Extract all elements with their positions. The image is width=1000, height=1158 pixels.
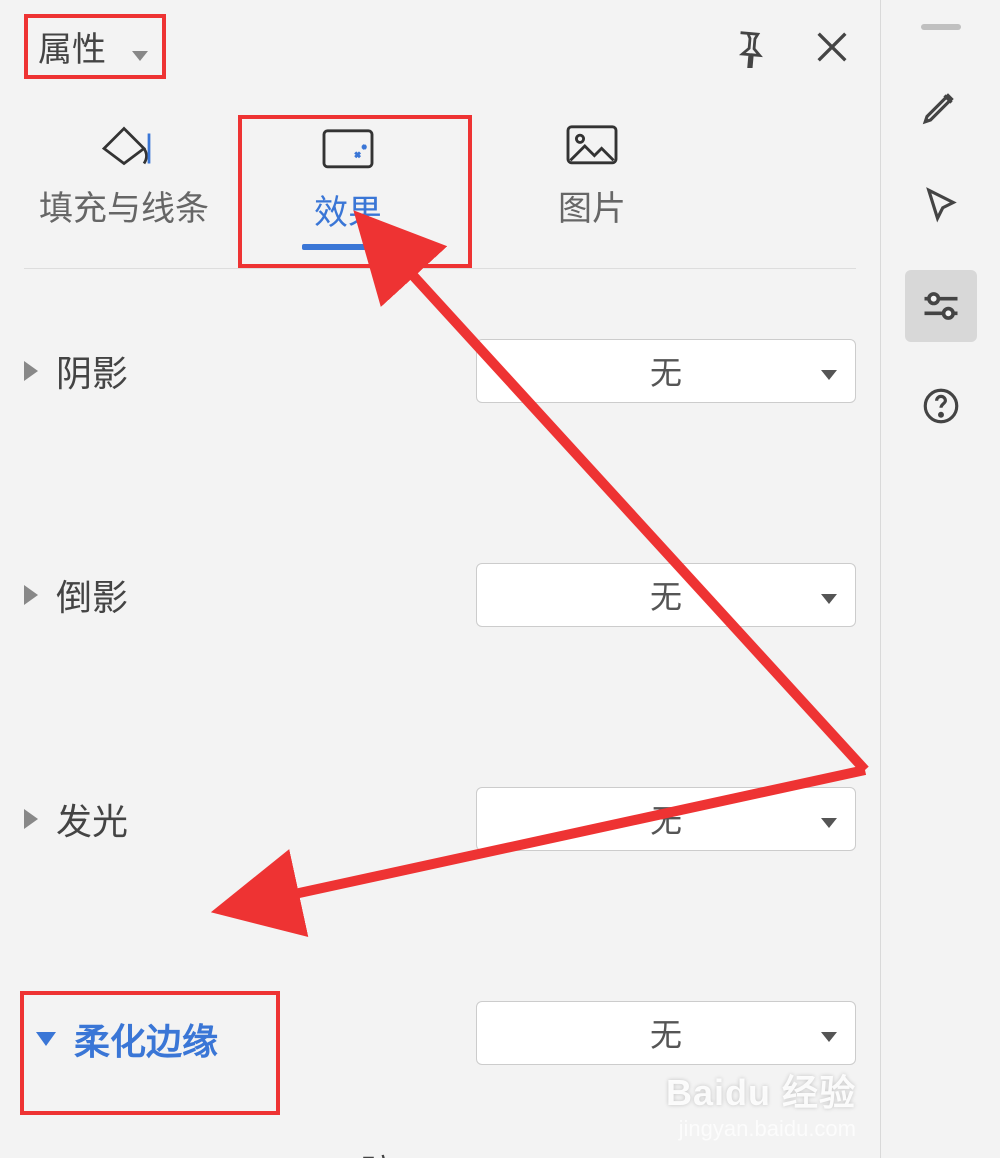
section-label: 柔化边缘 xyxy=(74,1013,218,1065)
chevron-right-icon xyxy=(24,361,38,381)
section-soft-edge: 柔化边缘 无 xyxy=(24,991,856,1115)
property-tabs: 填充与线条 效果 xyxy=(24,89,856,269)
right-toolbar xyxy=(880,0,1000,1158)
properties-panel: 属性 填充与线条 xyxy=(0,0,880,1158)
slider-value-label: 0磅 xyxy=(344,1146,394,1158)
highlight-effects-tab: 效果 xyxy=(238,115,472,268)
pencil-tool[interactable] xyxy=(905,70,977,142)
chevron-right-icon xyxy=(24,809,38,829)
tab-label: 图片 xyxy=(558,181,626,230)
section-label: 发光 xyxy=(56,793,128,845)
help-button[interactable] xyxy=(905,370,977,442)
panel-title-label: 属性 xyxy=(38,22,106,71)
section-label: 阴影 xyxy=(56,345,128,397)
dropdown-value: 无 xyxy=(650,1010,682,1056)
dropdown-value: 无 xyxy=(650,348,682,394)
picture-icon xyxy=(563,115,621,177)
chevron-down-icon xyxy=(36,1032,56,1046)
panel-title-dropdown[interactable]: 属性 xyxy=(24,14,166,79)
paint-bucket-icon xyxy=(94,115,154,177)
effects-icon xyxy=(319,119,377,181)
section-header-reflection[interactable]: 倒影 xyxy=(24,569,284,621)
reflection-preset-dropdown[interactable]: 无 xyxy=(476,563,856,627)
section-label: 倒影 xyxy=(56,569,128,621)
section-glow: 发光 无 xyxy=(24,787,856,851)
section-reflection: 倒影 无 xyxy=(24,563,856,627)
section-shadow: 阴影 无 xyxy=(24,339,856,403)
glow-preset-dropdown[interactable]: 无 xyxy=(476,787,856,851)
dropdown-value: 无 xyxy=(650,572,682,618)
adjust-tool[interactable] xyxy=(905,270,977,342)
chevron-right-icon xyxy=(24,585,38,605)
pin-icon[interactable] xyxy=(724,23,772,71)
tab-label: 填充与线条 xyxy=(39,181,209,230)
select-tool[interactable] xyxy=(905,170,977,242)
section-header-soft-edge[interactable]: 柔化边缘 xyxy=(20,991,280,1115)
drag-handle-icon[interactable] xyxy=(921,24,961,30)
close-icon[interactable] xyxy=(808,23,856,71)
tab-effects[interactable]: 效果 xyxy=(248,119,448,264)
tab-fill-line[interactable]: 填充与线条 xyxy=(24,115,224,268)
section-header-glow[interactable]: 发光 xyxy=(24,793,284,845)
watermark-url: jingyan.baidu.com xyxy=(666,1116,856,1142)
tab-label: 效果 xyxy=(314,185,382,234)
tab-picture[interactable]: 图片 xyxy=(492,115,692,268)
dropdown-value: 无 xyxy=(650,796,682,842)
shadow-preset-dropdown[interactable]: 无 xyxy=(476,339,856,403)
panel-header: 属性 xyxy=(24,0,856,89)
section-header-shadow[interactable]: 阴影 xyxy=(24,345,284,397)
soft-edge-preset-dropdown[interactable]: 无 xyxy=(476,1001,856,1065)
